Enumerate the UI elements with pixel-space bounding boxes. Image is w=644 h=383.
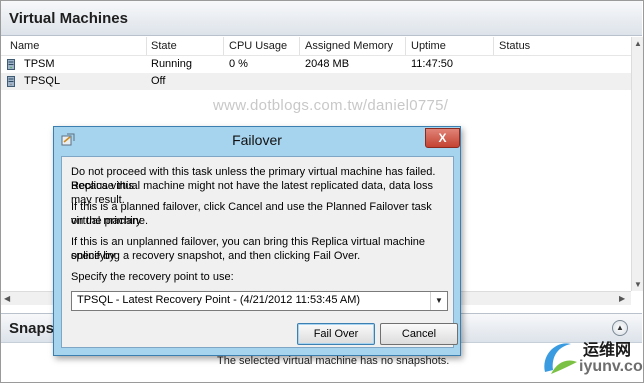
column-uptime[interactable]: Uptime	[411, 40, 446, 52]
server-icon	[7, 76, 15, 87]
vm-row-tpsql[interactable]: TPSQL Off	[1, 73, 631, 90]
scroll-right-arrow-icon[interactable]: ▶	[619, 294, 625, 303]
column-separator[interactable]	[299, 37, 300, 55]
recovery-point-value: TPSQL - Latest Recovery Point - (4/21/20…	[77, 294, 361, 306]
vm-state: Off	[151, 75, 166, 87]
column-cpu-usage[interactable]: CPU Usage	[229, 40, 287, 52]
unplanned-line-2: specifying a recovery snapshot, and then…	[71, 250, 361, 262]
vm-assigned-memory: 2048 MB	[305, 58, 350, 70]
scroll-up-arrow-icon[interactable]: ▲	[634, 39, 642, 48]
vm-row-tpsm[interactable]: TPSM Running 0 % 2048 MB 11:47:50	[1, 56, 631, 73]
column-separator[interactable]	[493, 37, 494, 55]
vm-name: TPSM	[24, 58, 55, 70]
dialog-titlebar[interactable]: Failover X	[54, 127, 460, 153]
vm-list-vertical-scrollbar[interactable]: ▲ ▼	[631, 37, 643, 291]
logo-text-domain: iyunv.com	[579, 358, 644, 375]
column-status[interactable]: Status	[499, 40, 530, 52]
snapshots-empty-message: The selected virtual machine has no snap…	[217, 355, 450, 367]
vm-cpu-usage: 0 %	[229, 58, 248, 70]
watermark-text: www.dotblogs.com.tw/daniel0775/	[213, 97, 449, 114]
logo-swirl-icon	[544, 343, 577, 374]
virtual-machines-header: Virtual Machines	[1, 1, 642, 36]
scroll-left-arrow-icon[interactable]: ◀	[4, 294, 10, 303]
planned-line-2: virtual machine.	[71, 215, 149, 227]
column-state[interactable]: State	[151, 40, 177, 52]
failover-dialog: Failover X Do not proceed with this task…	[53, 126, 461, 356]
column-assigned-memory[interactable]: Assigned Memory	[305, 40, 393, 52]
column-separator[interactable]	[405, 37, 406, 55]
dialog-title: Failover	[232, 132, 282, 148]
vm-column-header: Name State CPU Usage Assigned Memory Upt…	[1, 37, 631, 56]
virtual-machines-title: Virtual Machines	[9, 10, 128, 27]
column-name[interactable]: Name	[10, 40, 39, 52]
chevron-down-icon[interactable]: ▼	[430, 292, 447, 310]
fail-over-button[interactable]: Fail Over	[297, 323, 375, 345]
column-separator[interactable]	[146, 37, 147, 55]
vm-state: Running	[151, 58, 192, 70]
close-button[interactable]: X	[425, 128, 460, 148]
recovery-point-label: Specify the recovery point to use:	[71, 271, 234, 283]
site-logo: 运维网 iyunv.com	[537, 334, 644, 380]
cancel-button[interactable]: Cancel	[380, 323, 458, 345]
vm-uptime: 11:47:50	[411, 58, 454, 70]
vm-name: TPSQL	[24, 75, 61, 87]
recovery-point-select[interactable]: TPSQL - Latest Recovery Point - (4/21/20…	[71, 291, 448, 311]
column-separator[interactable]	[223, 37, 224, 55]
dialog-body: Do not proceed with this task unless the…	[61, 156, 458, 348]
scroll-down-arrow-icon[interactable]: ▼	[634, 280, 642, 289]
logo-text-chinese: 运维网	[583, 342, 632, 359]
server-icon	[7, 59, 15, 70]
